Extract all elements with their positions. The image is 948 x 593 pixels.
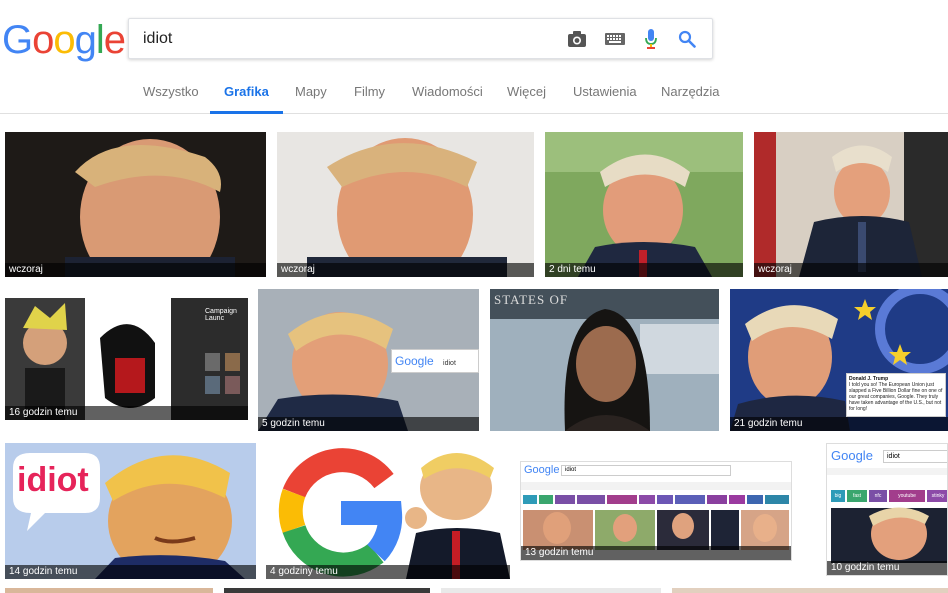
tab-mapy[interactable]: Mapy — [295, 72, 327, 114]
portrait-image — [277, 132, 534, 277]
search-box — [128, 18, 713, 59]
tab-narzedzia[interactable]: Narzędzia — [661, 72, 720, 114]
image-result[interactable] — [441, 588, 661, 593]
logo-letter: g — [74, 18, 97, 62]
inner-text: Campaign Launc — [205, 308, 237, 322]
search-icon[interactable] — [675, 27, 699, 51]
result-caption: 2 dni temu — [545, 263, 743, 277]
portrait-image — [545, 132, 743, 277]
tab-wiecej[interactable]: Więcej — [507, 72, 546, 114]
google-g-and-caricature — [266, 443, 510, 579]
search-input[interactable] — [143, 27, 543, 51]
result-caption: wczoraj — [754, 263, 948, 277]
logo-letter: o — [53, 18, 75, 62]
image-result[interactable]: wczoraj — [754, 132, 948, 277]
google-logo[interactable]: Google — [2, 16, 126, 64]
portrait-image — [5, 132, 266, 277]
image-result[interactable]: 4 godziny temu — [266, 443, 510, 579]
image-result[interactable]: wczoraj — [277, 132, 534, 277]
result-caption: 4 godziny temu — [266, 565, 510, 579]
image-result[interactable]: idiot 14 godzin temu — [5, 443, 256, 579]
tab-grafika[interactable]: Grafika — [210, 72, 283, 114]
image-result[interactable]: Google idiot big fast nfc youtube stinky… — [826, 443, 948, 576]
result-caption: 16 godzin temu — [5, 406, 248, 420]
image-result[interactable]: wczoraj — [5, 132, 266, 277]
result-caption: wczoraj — [277, 263, 534, 277]
result-caption: 13 godzin temu — [521, 546, 791, 560]
tweet-text: I told you so! The European Union just s… — [849, 382, 943, 412]
image-result[interactable]: Google idiot 5 godzin temu — [258, 289, 479, 431]
portrait-image — [490, 289, 719, 431]
embedded-google-logo: Google — [395, 354, 434, 368]
embedded-search-box: Google idiot — [391, 349, 479, 373]
embedded-tweet: Donald J. Trump I told you so! The Europ… — [846, 373, 946, 417]
tab-ustawienia[interactable]: Ustawienia — [573, 72, 637, 114]
tab-filmy[interactable]: Filmy — [354, 72, 385, 114]
image-result[interactable]: Campaign Launc 16 godzin temu — [5, 298, 248, 420]
image-result[interactable] — [5, 588, 213, 593]
search-tabs: Wszystko Grafika Mapy Filmy Wiadomości W… — [0, 72, 948, 114]
camera-icon[interactable] — [565, 27, 589, 51]
result-caption: 14 godzin temu — [5, 565, 256, 579]
image-result[interactable]: Google idiot 13 godzin temu — [520, 461, 792, 561]
result-caption: 5 godzin temu — [258, 417, 479, 431]
image-result[interactable] — [224, 588, 430, 593]
result-caption: wczoraj — [5, 263, 266, 277]
tab-wiadomosci[interactable]: Wiadomości — [412, 72, 483, 114]
image-result[interactable]: Donald J. Trump I told you so! The Europ… — [730, 289, 948, 431]
tab-wszystko[interactable]: Wszystko — [143, 72, 199, 114]
logo-letter: G — [2, 18, 33, 62]
logo-letter: o — [32, 18, 54, 62]
result-caption: 21 godzin temu — [730, 417, 948, 431]
inner-text: STATES OF — [494, 292, 569, 307]
logo-letter: l — [95, 18, 105, 62]
microphone-icon[interactable] — [639, 27, 663, 51]
logo-letter: e — [103, 18, 126, 62]
image-result[interactable] — [672, 588, 948, 593]
header: Google Wszystko Grafika Mapy Filmy Wiado… — [0, 0, 948, 114]
image-result[interactable]: 2 dni temu — [545, 132, 743, 277]
inner-text: idiot — [17, 461, 89, 499]
keyboard-icon[interactable] — [603, 27, 627, 51]
portrait-image — [754, 132, 948, 277]
embedded-results-image — [831, 507, 947, 563]
embedded-query: idiot — [443, 360, 456, 367]
result-caption: 10 godzin temu — [827, 561, 947, 575]
image-result[interactable]: STATES OF — [490, 289, 719, 431]
